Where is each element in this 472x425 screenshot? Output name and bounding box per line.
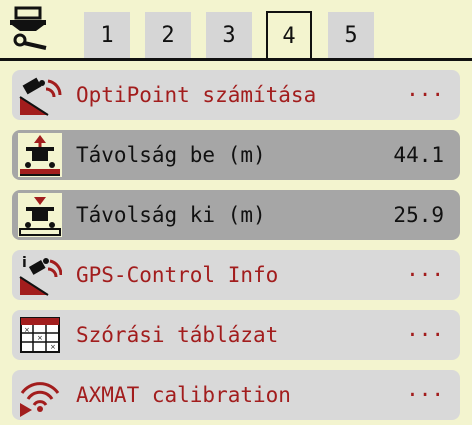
menu-item-spread-table[interactable]: × × × Szórási táblázat ··· — [12, 310, 460, 360]
svg-text:×: × — [37, 334, 43, 342]
distance-off-icon — [18, 193, 62, 237]
tab-3[interactable]: 3 — [206, 12, 252, 58]
menu-item-distance-on[interactable]: Távolság be (m) 44.1 — [12, 130, 460, 180]
menu-item-value: 44.1 — [393, 143, 444, 167]
svg-text:×: × — [50, 343, 56, 351]
tab-4[interactable]: 4 — [266, 11, 312, 60]
menu-item-optipoint[interactable]: OptiPoint számítása ··· — [12, 70, 460, 120]
menu-item-value: 25.9 — [393, 203, 444, 227]
menu-item-label: OptiPoint számítása — [76, 83, 317, 107]
menu-item-value: ··· — [406, 83, 444, 107]
gps-info-icon: i — [19, 255, 62, 296]
machine-settings-icon[interactable] — [6, 6, 50, 52]
svg-text:×: × — [24, 326, 30, 334]
menu-item-axmat-calibration[interactable]: AXMAT calibration ··· — [12, 370, 460, 420]
menu-item-distance-off[interactable]: Távolság ki (m) 25.9 — [12, 190, 460, 240]
header-divider — [0, 58, 472, 61]
tab-5[interactable]: 5 — [328, 12, 374, 58]
menu-item-label: AXMAT calibration — [76, 383, 291, 407]
menu-item-value: ··· — [406, 383, 444, 407]
tab-1[interactable]: 1 — [84, 12, 130, 58]
menu-item-label: Szórási táblázat — [76, 323, 279, 347]
tab-2[interactable]: 2 — [145, 12, 191, 58]
menu-item-label: GPS-Control Info — [76, 263, 279, 287]
menu-item-label: Távolság ki (m) — [76, 203, 266, 227]
axmat-icon — [20, 382, 60, 417]
menu-item-value: ··· — [406, 323, 444, 347]
svg-text:i: i — [22, 255, 27, 271]
menu-item-label: Távolság be (m) — [76, 143, 266, 167]
menu-item-value: ··· — [406, 263, 444, 287]
header: 1 2 3 4 5 — [0, 0, 472, 62]
menu-item-gps-control-info[interactable]: i GPS-Control Info ··· — [12, 250, 460, 300]
spread-table-icon: × × × — [20, 317, 60, 353]
optipoint-icon — [19, 77, 62, 116]
distance-on-icon — [18, 133, 62, 177]
